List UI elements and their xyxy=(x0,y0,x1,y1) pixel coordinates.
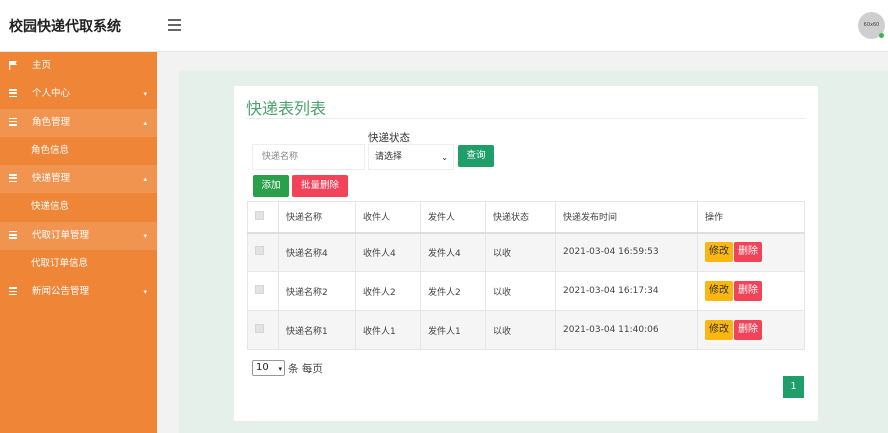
query-button[interactable]: 查询 xyxy=(458,145,494,167)
table-row: 快递名称1 收件人1 发件人1 以收 2021-03-04 11:40:06 修… xyxy=(247,310,805,350)
sidebar-item-label: 代取订单信息 xyxy=(31,258,89,270)
chevron-down-icon: ▾ xyxy=(143,90,147,99)
sidebar-item-order-info[interactable]: 代取订单信息 xyxy=(0,250,157,279)
sidebar-item-label: 代取订单管理 xyxy=(32,229,90,241)
row-select-cell xyxy=(247,310,279,350)
pagination-page-button[interactable]: 1 xyxy=(783,376,804,398)
menu-toggle-icon[interactable] xyxy=(168,19,181,31)
actions-cell: 修改 删除 xyxy=(697,232,805,272)
sidebar-item-label: 新闻公告管理 xyxy=(32,286,90,298)
add-button[interactable]: 添加 xyxy=(253,175,289,197)
title-divider xyxy=(246,118,806,119)
column-header: 发件人 xyxy=(420,201,486,234)
page-size-select[interactable]: 10 ▾ xyxy=(252,360,285,376)
sender-cell: 发件人4 xyxy=(420,232,486,272)
recipient-cell: 收件人4 xyxy=(355,232,421,272)
sidebar-item-label: 快递管理 xyxy=(32,173,71,185)
list-icon xyxy=(9,287,17,296)
row-checkbox[interactable] xyxy=(255,285,264,294)
sidebar-item-label: 快递信息 xyxy=(31,201,70,213)
sidebar-item-express-management[interactable]: 快递管理 ▴ xyxy=(0,165,157,194)
online-status-dot xyxy=(879,33,884,38)
express-name-cell: 快递名称1 xyxy=(278,310,356,350)
row-checkbox[interactable] xyxy=(255,246,264,256)
top-header: 校园快递代取系统 xyxy=(0,0,888,52)
sidebar-item-personal-center[interactable]: 个人中心 ▾ xyxy=(0,80,157,108)
publish-time-cell: 2021-03-04 16:17:34 xyxy=(555,271,698,311)
chevron-down-icon: ▾ xyxy=(143,288,147,297)
app-title: 校园快递代取系统 xyxy=(9,19,121,35)
table-header-row: 快递名称 收件人 发件人 快递状态 快递发布时间 操作 xyxy=(247,201,805,234)
edit-button[interactable]: 修改 xyxy=(705,281,733,301)
sidebar-item-label: 主页 xyxy=(32,60,52,71)
column-header: 收件人 xyxy=(355,201,421,234)
list-icon xyxy=(9,117,17,127)
delete-button[interactable]: 删除 xyxy=(734,281,762,301)
chevron-down-icon: ⌄ xyxy=(441,153,448,162)
sidebar-item-label: 角色管理 xyxy=(32,116,71,128)
row-checkbox[interactable] xyxy=(255,324,264,333)
sidebar-item-home[interactable]: 主页 xyxy=(0,52,157,80)
sidebar-item-role-management[interactable]: 角色管理 ▴ xyxy=(0,108,157,137)
express-list-card: 快递表列表 快递状态 请选择 ⌄ 查询 添加 批量删除 快递名称 收件人 发件人… xyxy=(234,86,818,421)
express-name-search-input[interactable] xyxy=(252,144,365,170)
status-select[interactable]: 请选择 ⌄ xyxy=(368,144,454,170)
delete-button[interactable]: 删除 xyxy=(734,320,762,340)
status-cell: 以收 xyxy=(485,271,556,311)
batch-delete-button[interactable]: 批量删除 xyxy=(292,175,348,197)
table-row: 快递名称2 收件人2 发件人2 以收 2021-03-04 16:17:34 修… xyxy=(247,271,805,311)
chevron-up-icon: ▴ xyxy=(143,175,147,184)
express-table: 快递名称 收件人 发件人 快递状态 快递发布时间 操作 快递名称4 收件人4 发… xyxy=(247,201,805,350)
express-name-cell: 快递名称2 xyxy=(278,271,356,311)
sidebar-item-label: 角色信息 xyxy=(31,144,70,156)
express-name-cell: 快递名称4 xyxy=(278,232,356,272)
chevron-down-icon: ▾ xyxy=(278,365,282,373)
row-select-cell xyxy=(247,232,279,272)
publish-time-cell: 2021-03-04 16:59:53 xyxy=(555,232,698,272)
list-icon xyxy=(9,174,17,183)
publish-time-cell: 2021-03-04 11:40:06 xyxy=(555,310,698,350)
delete-button[interactable]: 删除 xyxy=(734,242,762,263)
select-all-cell xyxy=(247,201,279,234)
actions-cell: 修改 删除 xyxy=(697,271,805,311)
row-select-cell xyxy=(247,271,279,311)
column-header: 快递发布时间 xyxy=(555,201,698,234)
list-icon xyxy=(9,89,17,98)
sender-cell: 发件人1 xyxy=(420,310,486,350)
select-all-checkbox[interactable] xyxy=(255,210,264,220)
sidebar-item-news-management[interactable]: 新闻公告管理 ▾ xyxy=(0,278,157,306)
sidebar-item-express-info[interactable]: 快递信息 xyxy=(0,193,157,222)
page-size-value: 10 xyxy=(256,362,269,373)
edit-button[interactable]: 修改 xyxy=(705,242,733,263)
sidebar-item-role-info[interactable]: 角色信息 xyxy=(0,136,157,166)
actions-cell: 修改 删除 xyxy=(697,310,805,350)
flag-icon xyxy=(9,61,17,70)
table-row: 快递名称4 收件人4 发件人4 以收 2021-03-04 16:59:53 修… xyxy=(247,232,805,272)
sidebar-item-label: 个人中心 xyxy=(32,88,71,100)
chevron-up-icon: ▴ xyxy=(143,118,147,127)
status-select-value: 请选择 xyxy=(375,152,403,162)
sidebar: 主页 个人中心 ▾ 角色管理 ▴ 角色信息 快递管理 ▴ 快递信息 代取订单管理… xyxy=(0,52,157,433)
page-size-suffix: 条 每页 xyxy=(288,363,323,375)
sidebar-item-order-management[interactable]: 代取订单管理 ▾ xyxy=(0,221,157,251)
status-cell: 以收 xyxy=(485,232,556,272)
sender-cell: 发件人2 xyxy=(420,271,486,311)
status-filter-label: 快递状态 xyxy=(368,132,410,144)
chevron-down-icon: ▾ xyxy=(143,231,147,240)
status-cell: 以收 xyxy=(485,310,556,350)
page-title: 快递表列表 xyxy=(246,99,327,118)
column-header: 快递状态 xyxy=(485,201,556,234)
edit-button[interactable]: 修改 xyxy=(705,320,733,340)
recipient-cell: 收件人2 xyxy=(355,271,421,311)
column-header: 操作 xyxy=(697,201,805,234)
column-header: 快递名称 xyxy=(278,201,356,234)
recipient-cell: 收件人1 xyxy=(355,310,421,350)
list-icon xyxy=(9,230,17,240)
